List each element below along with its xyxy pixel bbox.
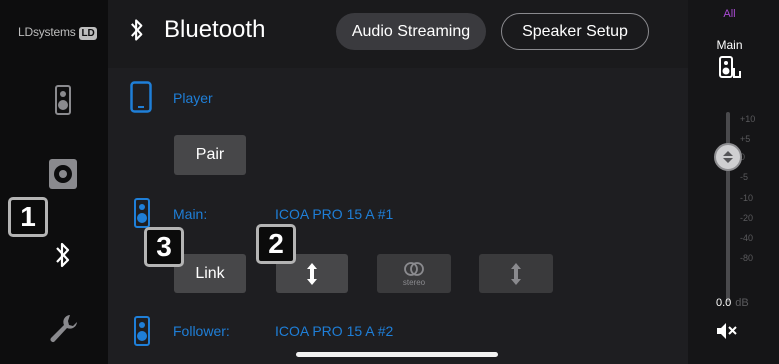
speaker-group-icon [719,56,741,78]
scale-tick: -20 [740,213,754,223]
stereo-icon [404,261,424,276]
sidebar-item-subwoofer[interactable] [38,154,88,194]
brand-logo: LDsystems LD [18,25,98,40]
speaker-icon [55,85,71,115]
follower-device: ICOA PRO 15 A #2 [275,323,394,339]
annotation-badge-2: 2 [256,224,296,264]
brand-badge: LD [78,27,98,40]
stereo-label: stereo [402,277,426,287]
speaker-icon [134,198,150,228]
speaker-icon [134,316,150,346]
scale-tick: -5 [740,172,749,182]
wrench-icon [50,315,77,342]
up-down-arrow-icon [511,262,521,285]
tab-speaker-setup[interactable]: Speaker Setup [501,13,649,50]
link-button[interactable]: Link [174,254,246,293]
sidebar-item-settings[interactable] [38,308,88,348]
level-panel: All Main +10 +5 0 -5 -10 -20 -40 -80 0.0… [688,0,779,364]
scale-tick: +5 [740,134,751,144]
volume-slider-track[interactable] [726,112,730,302]
bluetooth-icon [131,19,143,41]
pair-button[interactable]: Pair [174,135,246,175]
level-readout: 0.0 dB [716,297,749,309]
scale-tick: -40 [740,233,754,243]
up-down-arrow-icon [307,262,317,285]
follower-label: Follower: [173,323,230,339]
scale-tick: -10 [740,193,754,203]
main-panel: Bluetooth Audio Streaming Speaker Setup … [108,0,688,364]
main-output-label: Main [716,38,743,52]
scale-tick: -80 [740,253,754,263]
follower-link-button[interactable] [479,254,553,293]
home-indicator[interactable] [296,352,498,357]
volume-slider-knob[interactable] [714,143,742,171]
sidebar-item-speaker[interactable] [38,80,88,120]
player-label: Player [173,90,213,106]
main-speaker-label: Main: [173,206,208,222]
all-label[interactable]: All [688,8,771,20]
bluetooth-icon [56,242,70,268]
stereo-button[interactable]: stereo [377,254,451,293]
sidebar-item-bluetooth[interactable] [38,235,88,275]
up-down-chevron-icon [723,151,733,163]
subwoofer-icon [49,159,77,189]
brand-name: LDsystems [18,25,76,39]
annotation-badge-1: 1 [8,197,48,237]
sidebar: LDsystems LD [0,0,108,364]
scale-tick: +10 [740,114,756,124]
page-title-label: Bluetooth [164,16,266,43]
mute-icon[interactable] [716,322,738,340]
page-title: Bluetooth [128,16,265,44]
annotation-badge-3: 3 [144,227,184,267]
phone-icon [130,81,152,113]
main-speaker-device: ICOA PRO 15 A #1 [275,206,394,222]
level-unit: dB [735,297,749,309]
tab-audio-streaming[interactable]: Audio Streaming [336,13,486,50]
header-bar: Bluetooth Audio Streaming Speaker Setup [108,0,688,68]
level-value: 0.0 [716,297,732,309]
